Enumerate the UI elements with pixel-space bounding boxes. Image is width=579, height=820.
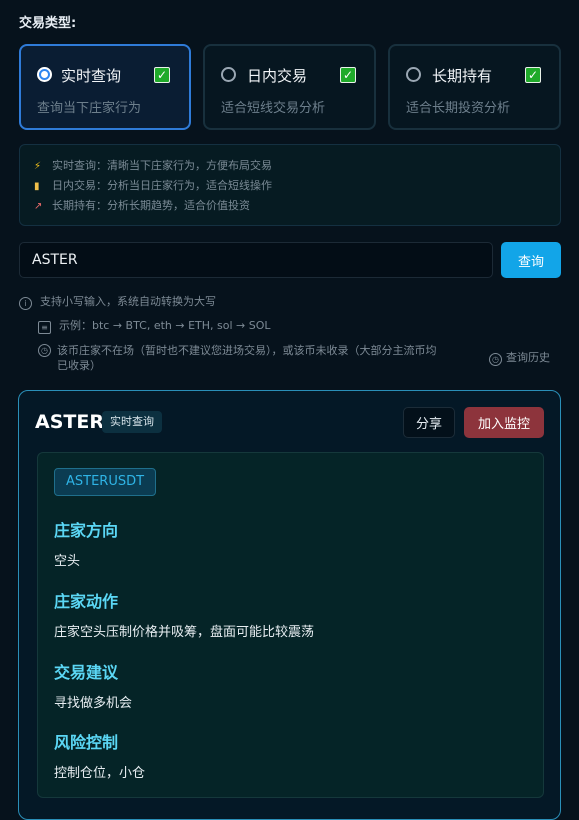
history-icon: ◷ xyxy=(489,353,502,366)
analysis-panel: ASTERUSDT 庄家方向 空头 庄家动作 庄家空头压制价格并吸筹，盘面可能比… xyxy=(37,452,544,798)
trade-type-realtime-card[interactable]: 实时查询 ✓ 查询当下庄家行为 xyxy=(19,44,191,130)
tip-text: 实时查询：清晰当下庄家行为，方便布局交易 xyxy=(52,159,272,172)
tip-line: ▮ 日内交易：分析当日庄家行为，适合短线操作 xyxy=(34,177,272,193)
checkmark-icon: ✓ xyxy=(154,67,170,83)
trade-type-title: 实时查询 xyxy=(61,67,122,85)
trade-type-label: 交易类型: xyxy=(19,16,77,31)
trade-type-intraday-card[interactable]: 日内交易 ✓ 适合短线交易分析 xyxy=(203,44,376,130)
trade-type-tips: ⚡ 实时查询：清晰当下庄家行为，方便布局交易 ▮ 日内交易：分析当日庄家行为，适合短… xyxy=(19,144,561,226)
bar-chart-icon: ▮ xyxy=(34,181,40,192)
dealer-action-text: 庄家空头压制价格并吸筹，盘面可能比较震荡 xyxy=(54,625,315,640)
tip-text: 日内交易：分析当日庄家行为，适合短线操作 xyxy=(52,179,272,192)
trade-type-desc: 适合长期投资分析 xyxy=(406,101,511,116)
document-icon: ≡ xyxy=(38,321,51,334)
radio-unchecked-icon[interactable] xyxy=(406,67,421,82)
tip-line: ↗ 长期持有：分析长期趋势，适合价值投资 xyxy=(34,197,250,213)
dealer-direction-text: 空头 xyxy=(54,554,81,569)
hint-text: 支持小写输入，系统自动转换为大写 xyxy=(40,295,216,308)
symbol-tag: ASTERUSDT xyxy=(54,468,157,496)
hint-text: 示例：btc → BTC, eth → ETH, sol → SOL xyxy=(59,319,271,332)
trade-advice-text: 寻找做多机会 xyxy=(54,696,133,711)
trade-type-title: 长期持有 xyxy=(432,67,493,85)
dealer-action-title: 庄家动作 xyxy=(54,592,119,611)
radio-checked-icon[interactable] xyxy=(37,67,52,82)
add-monitor-button[interactable]: 加入监控 xyxy=(464,407,544,438)
trend-chart-icon: ↗ xyxy=(34,201,43,212)
trade-type-longterm-card[interactable]: 长期持有 ✓ 适合长期投资分析 xyxy=(388,44,561,130)
result-mode-badge: 实时查询 xyxy=(102,411,162,433)
warning-text: 该币庄家不在场（暂时也不建议您进场交易），或该币未收录（大部分主流币均 已收录） xyxy=(57,344,437,372)
tip-line: ⚡ 实时查询：清晰当下庄家行为，方便布局交易 xyxy=(34,157,272,173)
trade-type-desc: 查询当下庄家行为 xyxy=(37,101,142,116)
query-history-link[interactable]: ◷ 查询历史 xyxy=(489,350,550,366)
history-label: 查询历史 xyxy=(506,351,550,364)
example-hint: ≡ 示例：btc → BTC, eth → ETH, sol → SOL xyxy=(38,318,271,334)
trade-advice-title: 交易建议 xyxy=(54,663,119,682)
radio-unchecked-icon[interactable] xyxy=(221,67,236,82)
result-coin-name: ASTER xyxy=(35,411,104,433)
risk-control-title: 风险控制 xyxy=(54,733,119,752)
risk-control-text: 控制仓位，小仓 xyxy=(54,766,146,781)
coin-search-input[interactable] xyxy=(19,242,493,278)
lightning-icon: ⚡ xyxy=(34,161,42,172)
trade-type-title: 日内交易 xyxy=(247,67,308,85)
trade-type-desc: 适合短线交易分析 xyxy=(221,101,326,116)
info-icon: i xyxy=(19,297,32,310)
lowercase-hint: i 支持小写输入，系统自动转换为大写 xyxy=(19,294,216,310)
query-button[interactable]: 查询 xyxy=(501,242,561,278)
tip-text: 长期持有：分析长期趋势，适合价值投资 xyxy=(52,199,250,212)
share-button[interactable]: 分享 xyxy=(403,407,455,438)
checkmark-icon: ✓ xyxy=(340,67,356,83)
dealer-direction-title: 庄家方向 xyxy=(54,521,119,540)
warning-hint: ◷ 该币庄家不在场（暂时也不建议您进场交易），或该币未收录（大部分主流币均 已收录… xyxy=(38,343,483,373)
result-card: ASTER 实时查询 分享 加入监控 ASTERUSDT 庄家方向 空头 庄家动… xyxy=(18,390,561,820)
checkmark-icon: ✓ xyxy=(525,67,541,83)
clock-icon: ◷ xyxy=(38,344,51,357)
